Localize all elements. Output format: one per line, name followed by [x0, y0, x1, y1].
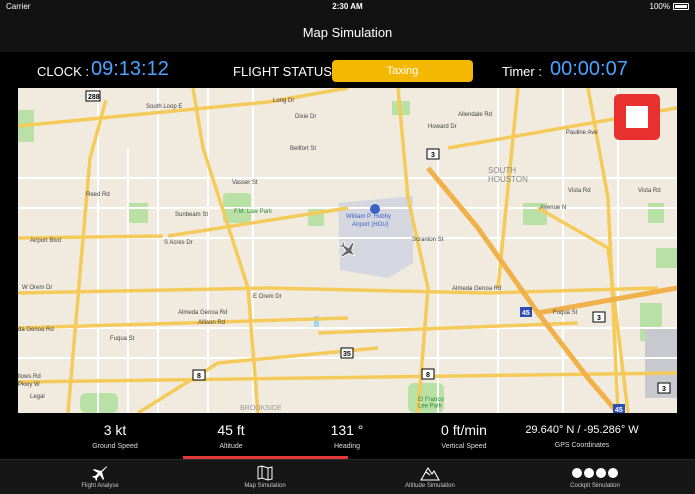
flight-stats-bar: 3 kt Ground Speed 45 ft Altitude 131 ° H… [0, 413, 695, 459]
globe-icon [584, 467, 594, 478]
tab-map-simulation[interactable]: Map Simulation [225, 463, 305, 489]
battery-percent: 100% [649, 2, 670, 11]
svg-text:Sunbeam St: Sunbeam St [175, 212, 208, 218]
altitude-label: Altitude [219, 443, 243, 450]
flight-status-label: FLIGHT STATUS : [233, 64, 340, 79]
page-title: Map Simulation [302, 25, 393, 40]
svg-text:Fuqua St: Fuqua St [553, 310, 578, 316]
svg-text:Dixie Dr: Dixie Dr [295, 114, 316, 120]
svg-text:Long Dr: Long Dr [273, 98, 294, 104]
ground-speed-stat: 3 kt Ground Speed [70, 413, 160, 450]
shield-3-c: 3 [662, 386, 666, 393]
svg-text:Almeda Genoa Rd: Almeda Genoa Rd [452, 286, 501, 292]
svg-text:South Loop E: South Loop E [146, 104, 182, 110]
tab-bar: Flight Analyse Map Simulation Altitude S… [0, 459, 695, 494]
ground-speed-value: 3 kt [103, 422, 127, 438]
svg-text:William P. Hobby: William P. Hobby [346, 214, 391, 220]
svg-text:S Acres Dr: S Acres Dr [164, 240, 193, 246]
battery-icon [673, 3, 689, 10]
tab-altitude-simulation-label: Altitude Simulation [405, 483, 455, 489]
shield-288: 288 [88, 94, 100, 101]
compass-icon [608, 467, 618, 478]
shield-8-a: 8 [197, 373, 201, 380]
tab-cockpit-simulation[interactable]: Cockpit Simulation [555, 463, 635, 489]
tab-flight-analyse[interactable]: Flight Analyse [60, 463, 140, 489]
map-canvas: 288 3 35 8 8 3 3 45 45 Allendale Rd Paul… [18, 88, 677, 413]
altitude-value: 45 ft [217, 422, 245, 438]
svg-text:Fuqua St: Fuqua St [110, 336, 135, 342]
vertical-speed-stat: 0 ft/min Vertical Speed [419, 413, 509, 450]
svg-text:Pkwy W: Pkwy W [18, 382, 40, 388]
svg-text:Reed Rd: Reed Rd [86, 192, 110, 198]
map-labels: Allendale Rd Pauline Ave SOUTH HOUSTON Vi… [18, 98, 661, 412]
map-view[interactable]: 288 3 35 8 8 3 3 45 45 Allendale Rd Paul… [18, 88, 677, 413]
clock-label: CLOCK : [37, 64, 90, 79]
svg-text:Allison Rd: Allison Rd [198, 320, 225, 326]
svg-text:Vista Rd: Vista Rd [638, 188, 661, 194]
gps-stat: 29.640° N / -95.286° W GPS Coordinates [512, 413, 652, 449]
shield-45-a: 45 [522, 310, 530, 317]
svg-text:Scranton St: Scranton St [412, 237, 444, 243]
stop-simulation-button[interactable] [614, 94, 660, 140]
svg-text:Legal: Legal [30, 394, 45, 400]
vertical-speed-value: 0 ft/min [441, 422, 487, 438]
svg-text:Allendale Rd: Allendale Rd [458, 112, 492, 118]
svg-text:E Orem Dr: E Orem Dr [253, 294, 282, 300]
svg-text:BROOKSIDE: BROOKSIDE [240, 405, 282, 412]
timer-value: 00:00:07 [550, 58, 628, 80]
nav-bar: Map Simulation [0, 14, 695, 52]
attitude-icon [596, 467, 606, 478]
heading-value: 131 ° [330, 422, 364, 438]
altitude-stat: 45 ft Altitude [186, 413, 276, 450]
svg-text:El FrancoLee Park: El Franco Lee Park [418, 397, 444, 410]
vertical-speed-label: Vertical Speed [441, 443, 487, 450]
timer-label: Timer : [502, 64, 542, 79]
flight-status-badge: Taxing [332, 60, 473, 82]
shield-3-b: 3 [597, 315, 601, 322]
ground-speed-label: Ground Speed [92, 443, 138, 450]
tab-cockpit-simulation-label: Cockpit Simulation [570, 483, 620, 489]
gps-label: GPS Coordinates [554, 442, 610, 449]
battery-indicator: 100% [650, 2, 689, 11]
heading-stat: 131 ° Heading [302, 413, 392, 450]
tab-map-simulation-label: Map Simulation [244, 483, 286, 489]
svg-text:Howard Dr: Howard Dr [428, 124, 457, 130]
shield-35: 35 [343, 351, 351, 358]
svg-text:Airport Blvd: Airport Blvd [30, 238, 61, 244]
svg-text:Bellfort St: Bellfort St [290, 146, 316, 152]
shield-3-a: 3 [431, 152, 435, 159]
mountain-icon [420, 466, 440, 481]
stop-icon [626, 106, 648, 128]
tab-altitude-simulation[interactable]: Altitude Simulation [390, 463, 470, 489]
svg-text:Vasser St: Vasser St [232, 180, 258, 186]
svg-text:da Genoa Rd: da Genoa Rd [18, 327, 54, 333]
airplane-icon [92, 465, 107, 481]
gauge-icon [572, 467, 582, 478]
svg-text:Vista Rd: Vista Rd [568, 188, 591, 194]
map-icon [257, 464, 273, 481]
svg-text:llows Rd: llows Rd [18, 374, 41, 380]
airport-marker-icon[interactable] [370, 204, 380, 214]
svg-text:Avenue N: Avenue N [540, 205, 566, 211]
heading-label: Heading [333, 443, 361, 450]
svg-text:Pauline Ave: Pauline Ave [566, 130, 598, 136]
gps-value: 29.640° N / -95.286° W [525, 424, 639, 436]
svg-text:Airport (HOU): Airport (HOU) [352, 222, 389, 228]
status-bar: Carrier 2:30 AM 100% [0, 0, 695, 14]
svg-text:F.M. Law Park: F.M. Law Park [234, 209, 273, 215]
shield-8-b: 8 [426, 372, 430, 379]
tab-flight-analyse-label: Flight Analyse [81, 483, 119, 489]
info-bar: CLOCK : 09:13:12 FLIGHT STATUS : Taxing … [0, 52, 695, 88]
clock-value: 09:13:12 [91, 58, 169, 80]
svg-text:SOUTHHOUSTON: SOUTH HOUSTON [488, 166, 528, 184]
status-time: 2:30 AM [332, 2, 363, 11]
svg-text:Almeda Genoa Rd: Almeda Genoa Rd [178, 310, 227, 316]
svg-text:W Orem Dr: W Orem Dr [22, 285, 52, 291]
